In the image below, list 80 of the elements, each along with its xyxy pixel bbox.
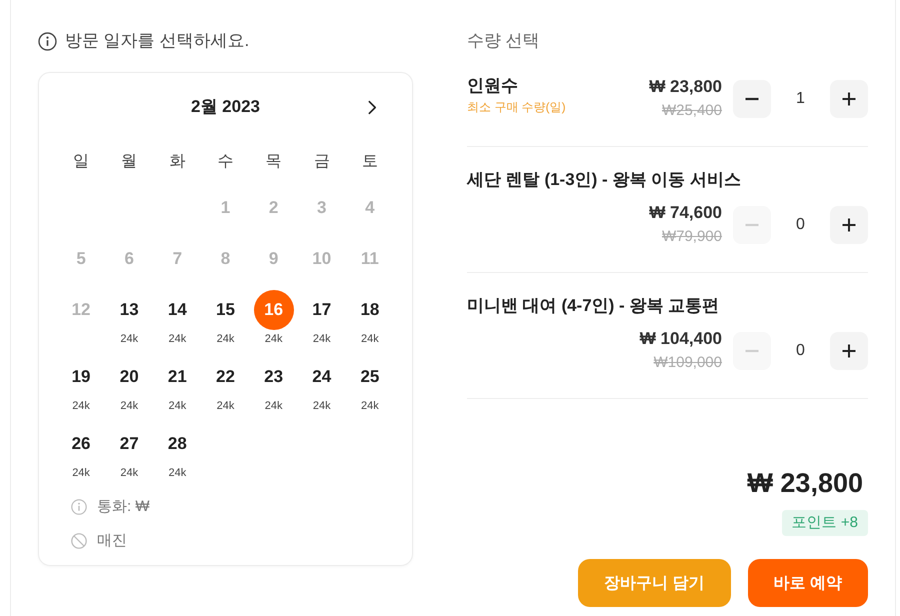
date-price: 24k	[120, 399, 138, 413]
item-price: ₩ 23,800	[649, 76, 722, 98]
date-button[interactable]: 15	[205, 290, 246, 330]
date-button[interactable]: 13	[109, 290, 150, 330]
date-label: 4	[364, 197, 376, 219]
date-button[interactable]: 27	[109, 424, 150, 464]
prompt-text: 방문 일자를 선택하세요.	[65, 30, 250, 52]
date-label: 8	[220, 248, 232, 270]
date-label: 9	[268, 248, 280, 270]
date-button[interactable]: 19	[61, 357, 102, 397]
increase-button[interactable]	[830, 206, 868, 244]
date-price: 24k	[72, 466, 90, 480]
weekday-label: 목	[266, 152, 282, 172]
date-button[interactable]: 28	[157, 424, 198, 464]
date-button[interactable]: 18	[350, 290, 390, 330]
date-price: 24k	[361, 332, 379, 346]
date-button[interactable]: 21	[157, 357, 198, 397]
date-price: 24k	[72, 399, 90, 413]
quantity-value: 1	[795, 90, 806, 108]
date-price: 24k	[312, 399, 331, 413]
plus-icon	[842, 92, 856, 106]
date-label: 12	[70, 299, 92, 321]
date-price: 24k	[168, 466, 186, 480]
item-price: ₩ 104,400	[640, 328, 722, 350]
info-icon	[71, 499, 87, 515]
quantity-value: 0	[795, 342, 806, 360]
date-button[interactable]: 24	[302, 357, 342, 397]
weekday-label: 금	[314, 152, 330, 172]
legend-label: 매진	[97, 531, 127, 551]
original-price: ₩109,000	[652, 353, 722, 373]
weekday-label: 월	[121, 152, 138, 172]
date-label: 2	[268, 197, 280, 219]
date-button[interactable]: 26	[61, 424, 102, 464]
date-label: 11	[360, 248, 380, 270]
date-price: 24k	[168, 332, 186, 346]
item-name: 미니밴 대여 (4-7인) - 왕복 교통편	[467, 295, 720, 317]
date-button[interactable]: 25	[350, 357, 390, 397]
weekday-label: 수	[217, 152, 234, 172]
chevron-right-icon	[368, 100, 376, 114]
weekday-label: 토	[362, 152, 378, 172]
date-price: 24k	[361, 399, 379, 413]
date-label: 7	[172, 248, 184, 270]
date-label: 6	[123, 248, 135, 270]
item-name: 세단 렌탈 (1-3인) - 왕복 이동 서비스	[467, 169, 741, 191]
date-label: 3	[316, 197, 328, 219]
date-price: 24k	[168, 399, 186, 413]
date-price: 24k	[264, 332, 282, 346]
plus-icon	[842, 218, 856, 232]
date-button[interactable]: 14	[157, 290, 198, 330]
date-button[interactable]: 17	[302, 290, 342, 330]
date-label: 1	[220, 197, 232, 219]
item-note: 최소 구매 수량(일)	[467, 99, 566, 115]
date-price: 24k	[120, 332, 138, 346]
weekday-label: 화	[169, 152, 186, 172]
ban-icon	[71, 533, 87, 549]
increase-button[interactable]	[830, 332, 868, 370]
weekday-label: 일	[73, 152, 90, 172]
increase-button[interactable]	[830, 80, 868, 118]
date-price: 24k	[216, 332, 234, 346]
date-price: 24k	[264, 399, 282, 413]
date-button[interactable]: 22	[205, 357, 246, 397]
info-icon	[38, 32, 57, 50]
item-price: ₩ 74,600	[649, 202, 722, 224]
month-label: 2월 2023	[191, 96, 260, 118]
original-price: ₩79,900	[660, 227, 722, 247]
date-label: 10	[311, 248, 332, 270]
original-price: ₩25,400	[660, 101, 722, 121]
plus-icon	[842, 344, 856, 358]
legend-label: 통화: ₩	[97, 497, 150, 517]
date-price: 24k	[216, 399, 234, 413]
total-price: ₩ 23,800	[747, 467, 863, 500]
date-button[interactable]: 20	[109, 357, 150, 397]
date-price: 24k	[312, 332, 331, 346]
quantity-value: 0	[795, 216, 806, 234]
date-button[interactable]: 23	[254, 357, 294, 397]
item-name: 인원수	[467, 75, 519, 97]
date-price: 24k	[120, 466, 138, 480]
section-title: 수량 선택	[467, 30, 541, 52]
points-badge: 포인트 +8	[782, 510, 868, 536]
date-label: 5	[75, 248, 87, 270]
